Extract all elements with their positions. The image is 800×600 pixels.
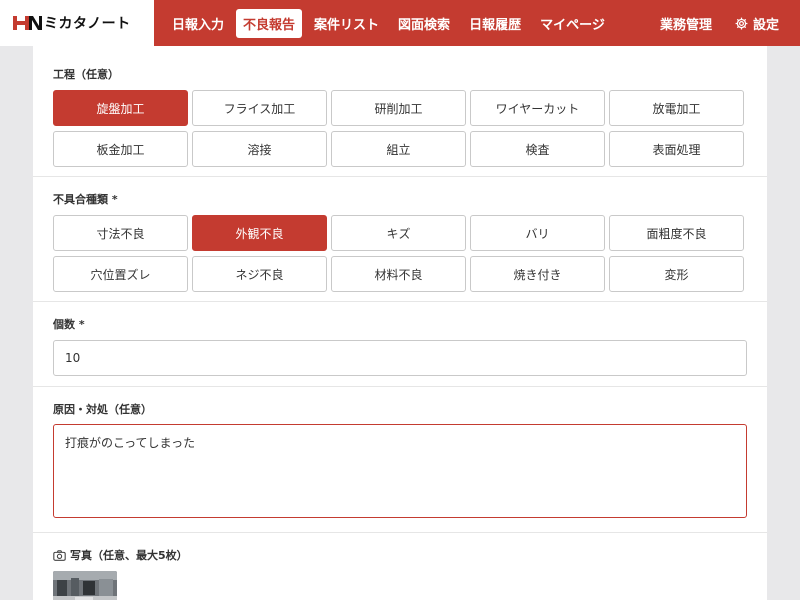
defect-type-label: 不具合種類 * xyxy=(53,193,118,206)
process-option[interactable]: 検査 xyxy=(470,131,605,167)
process-label: 工程（任意） xyxy=(53,68,119,81)
logo[interactable]: ミカタノート xyxy=(0,0,154,46)
photo-section: 写真（任意、最大5枚） xyxy=(33,533,767,600)
process-options: 旋盤加工 フライス加工 研削加工 ワイヤーカット 放電加工 板金加工 溶接 組立… xyxy=(53,90,747,167)
photo-thumbnail[interactable] xyxy=(53,571,117,600)
defect-type-section: 不具合種類 * 寸法不良 外観不良 キズ バリ 面粗度不良 穴位置ズレ ネジ不良… xyxy=(33,177,767,302)
cause-label: 原因・対処（任意） xyxy=(53,403,152,416)
defect-type-option[interactable]: 焼き付き xyxy=(470,256,605,292)
defect-type-option[interactable]: 外観不良 xyxy=(192,215,327,251)
camera-icon xyxy=(53,549,66,561)
quantity-value: 10 xyxy=(65,351,81,365)
process-option[interactable]: 組立 xyxy=(331,131,466,167)
nav-drawing-search[interactable]: 図面検索 xyxy=(391,9,457,38)
process-option[interactable]: 研削加工 xyxy=(331,90,466,126)
photo-label-text: 写真（任意、最大5枚） xyxy=(70,549,188,562)
defect-type-option[interactable]: ネジ不良 xyxy=(192,256,327,292)
main-nav: 日報入力 不良報告 案件リスト 図面検索 日報履歴 マイページ xyxy=(165,0,617,46)
form-panel: 工程（任意） 旋盤加工 フライス加工 研削加工 ワイヤーカット 放電加工 板金加… xyxy=(33,46,767,600)
defect-type-option[interactable]: 寸法不良 xyxy=(53,215,188,251)
nav-daily-report-input[interactable]: 日報入力 xyxy=(165,9,231,38)
photo-thumbnail-image xyxy=(53,571,117,600)
nav-report-history[interactable]: 日報履歴 xyxy=(462,9,528,38)
cause-value: 打痕がのこってしまった xyxy=(65,436,196,450)
nav-defect-report[interactable]: 不良報告 xyxy=(236,8,303,38)
nav-business-management[interactable]: 業務管理 xyxy=(653,9,719,38)
process-option[interactable]: ワイヤーカット xyxy=(470,90,605,126)
logo-text: ミカタノート xyxy=(44,16,131,32)
quantity-section: 個数 * 10 xyxy=(33,302,767,387)
process-section: 工程（任意） 旋盤加工 フライス加工 研削加工 ワイヤーカット 放電加工 板金加… xyxy=(33,46,767,177)
defect-type-option[interactable]: 穴位置ズレ xyxy=(53,256,188,292)
quantity-input[interactable]: 10 xyxy=(53,340,747,376)
nav-project-list[interactable]: 案件リスト xyxy=(307,9,386,38)
process-option[interactable]: 溶接 xyxy=(192,131,327,167)
defect-type-option[interactable]: 面粗度不良 xyxy=(609,215,744,251)
settings-button[interactable]: 設定 xyxy=(727,9,786,38)
header-right: 業務管理 設定 xyxy=(645,0,786,46)
logo-mark-icon xyxy=(13,16,42,30)
quantity-label: 個数 * xyxy=(53,318,85,331)
defect-type-option[interactable]: 材料不良 xyxy=(331,256,466,292)
process-option[interactable]: フライス加工 xyxy=(192,90,327,126)
defect-type-option[interactable]: バリ xyxy=(470,215,605,251)
process-option[interactable]: 板金加工 xyxy=(53,131,188,167)
settings-label: 設定 xyxy=(752,17,779,33)
photo-label: 写真（任意、最大5枚） xyxy=(53,547,747,563)
process-option[interactable]: 旋盤加工 xyxy=(53,90,188,126)
cause-section: 原因・対処（任意） 打痕がのこってしまった xyxy=(33,387,767,533)
process-option[interactable]: 表面処理 xyxy=(609,131,744,167)
nav-my-page[interactable]: マイページ xyxy=(533,9,612,38)
defect-type-options: 寸法不良 外観不良 キズ バリ 面粗度不良 穴位置ズレ ネジ不良 材料不良 焼き… xyxy=(53,215,747,292)
process-option[interactable]: 放電加工 xyxy=(609,90,744,126)
cause-textarea[interactable]: 打痕がのこってしまった xyxy=(53,424,747,518)
defect-type-option[interactable]: 変形 xyxy=(609,256,744,292)
app-header: ミカタノート 日報入力 不良報告 案件リスト 図面検索 日報履歴 マイページ 業… xyxy=(0,0,800,46)
defect-type-option[interactable]: キズ xyxy=(331,215,466,251)
gear-icon xyxy=(735,17,748,29)
